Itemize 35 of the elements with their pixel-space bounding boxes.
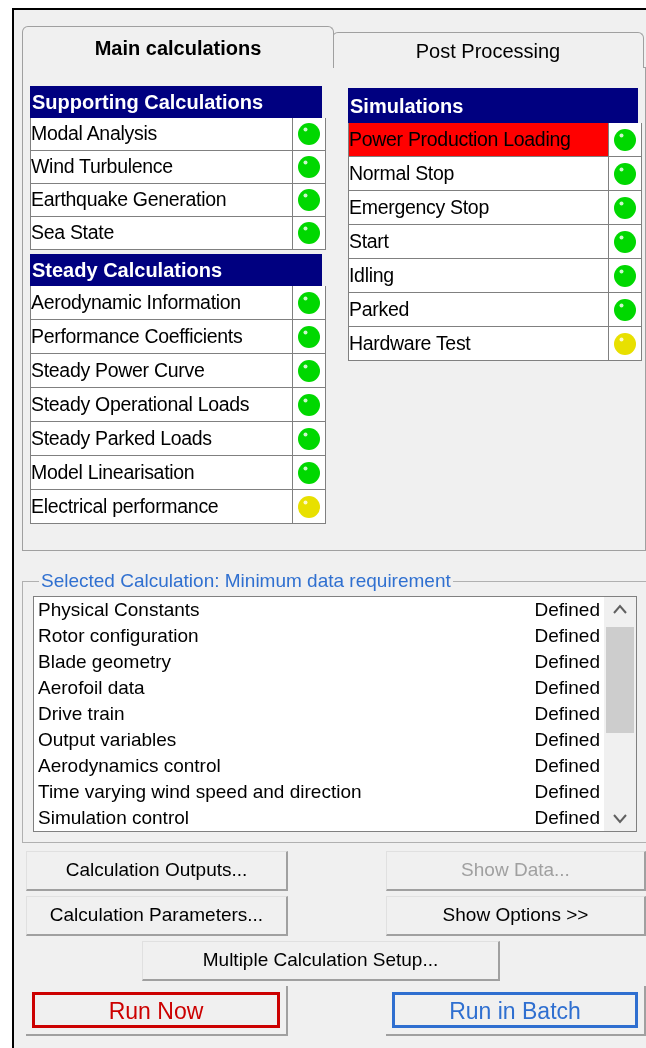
tab[interactable]: Main calculations <box>22 26 334 68</box>
action-button[interactable]: Multiple Calculation Setup... <box>142 940 500 981</box>
action-button[interactable]: Calculation Parameters... <box>26 895 288 936</box>
requirement-name: Aerofoil data <box>38 676 146 701</box>
scroll-down-icon[interactable] <box>612 812 628 825</box>
run-button[interactable]: Run in Batch <box>386 985 646 1036</box>
scroll-up-icon[interactable] <box>612 602 628 615</box>
group-title: Selected Calculation: Minimum data requirement <box>40 569 452 593</box>
run-button[interactable]: Run Now <box>26 985 288 1036</box>
requirement-status: Defined <box>534 650 601 675</box>
requirement-name: Physical Constants <box>38 598 201 623</box>
requirement-name: Rotor configuration <box>38 624 200 649</box>
requirement-name: Time varying wind speed and direction <box>38 780 363 805</box>
tab[interactable]: Post Processing <box>332 32 644 68</box>
scrollbar[interactable] <box>604 596 636 831</box>
requirement-name: Output variables <box>38 728 178 753</box>
requirement-status: Defined <box>534 806 601 831</box>
requirement-status: Defined <box>534 676 601 701</box>
requirement-status: Defined <box>534 624 601 649</box>
section-header: Simulations <box>348 88 638 123</box>
action-button[interactable]: Show Options >> <box>386 895 646 936</box>
scrollbar-thumb[interactable] <box>606 626 634 733</box>
action-button[interactable]: Calculation Outputs... <box>26 850 288 891</box>
requirement-status: Defined <box>534 780 601 805</box>
requirement-status: Defined <box>534 598 601 623</box>
section-header: Supporting Calculations <box>30 86 322 118</box>
requirement-name: Simulation control <box>38 806 191 831</box>
requirement-name: Aerodynamics control <box>38 754 222 779</box>
requirement-status: Defined <box>534 702 601 727</box>
requirement-status: Defined <box>534 754 601 779</box>
section-header: Steady Calculations <box>30 254 322 286</box>
calculation-item[interactable]: Power Production Loading <box>349 123 608 156</box>
requirement-status: Defined <box>534 728 601 753</box>
requirement-name: Blade geometry <box>38 650 173 675</box>
requirement-name: Drive train <box>38 702 126 727</box>
